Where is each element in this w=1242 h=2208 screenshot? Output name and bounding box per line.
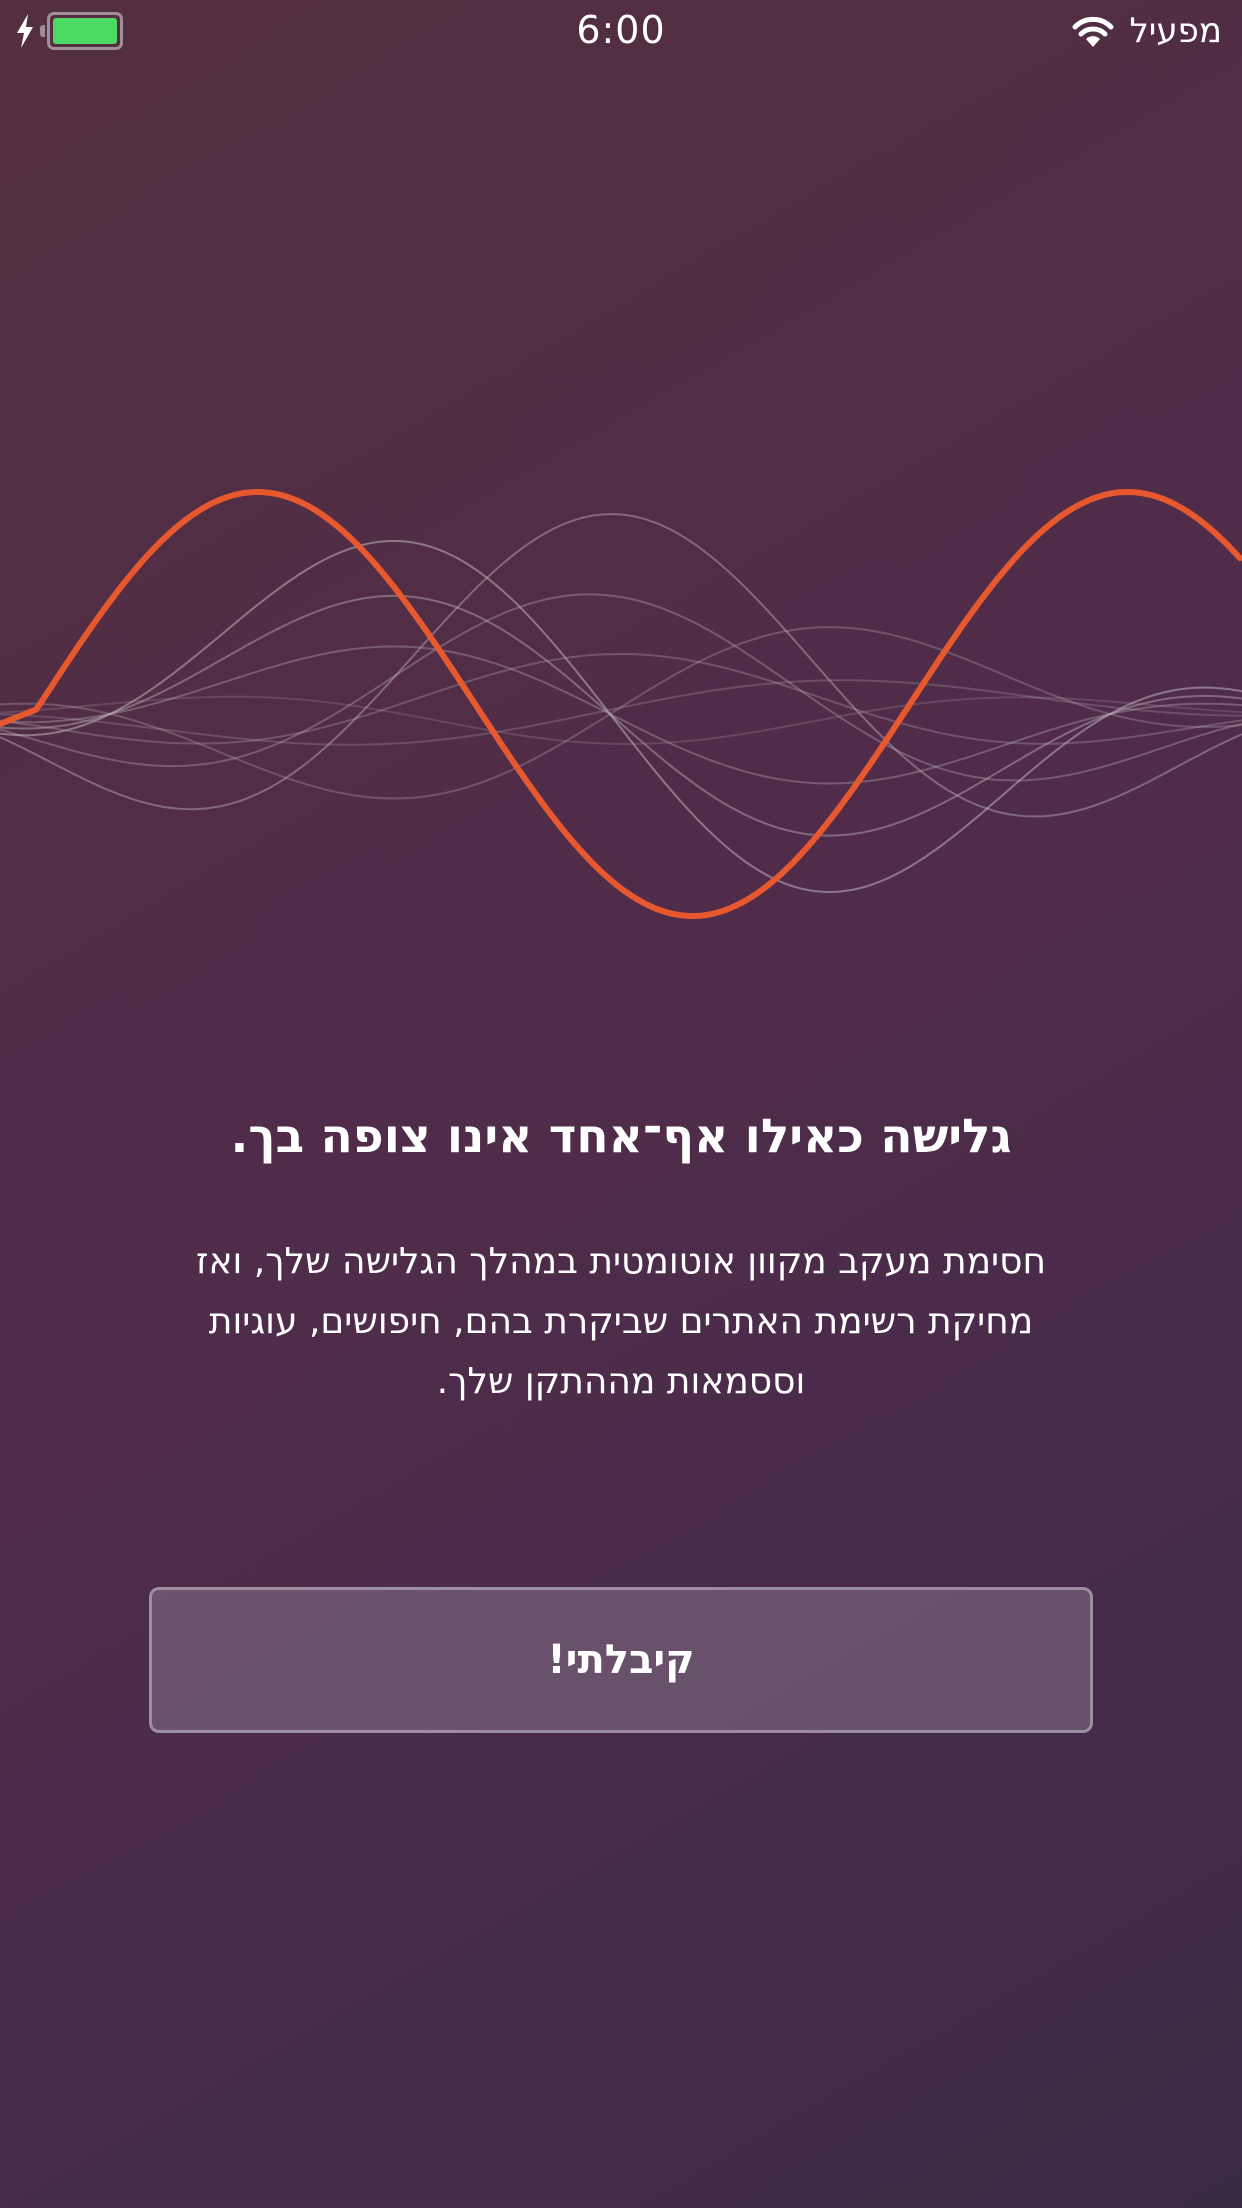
- carrier-name: מפעיל: [1129, 11, 1222, 51]
- status-time: 6:00: [576, 8, 666, 52]
- wave-line: [0, 679, 1242, 746]
- wave-line: [0, 540, 1242, 894]
- wave-line: [0, 594, 1242, 837]
- wave-line: [0, 626, 1242, 800]
- got-it-button[interactable]: קיבלתי!: [149, 1587, 1093, 1733]
- wifi-icon: [1072, 16, 1114, 47]
- carrier-status: מפעיל: [1071, 10, 1222, 52]
- onboarding-headline: גלישה כאילו אף־אחד אינו צופה בך.: [230, 1109, 1012, 1164]
- wave-line: [0, 593, 1242, 782]
- sound-wave-illustration: [0, 488, 1242, 920]
- onboarding-description: חסימת מעקב מקוון אוטומטית במהלך הגלישה ש…: [196, 1241, 1046, 1402]
- status-bar: 6:00 מפעיל: [0, 0, 1242, 66]
- wave-line: [0, 645, 1242, 785]
- wave-line: [0, 513, 1242, 818]
- accent-wave-line: [0, 488, 1242, 920]
- got-it-button-label: קיבלתי!: [547, 1637, 695, 1683]
